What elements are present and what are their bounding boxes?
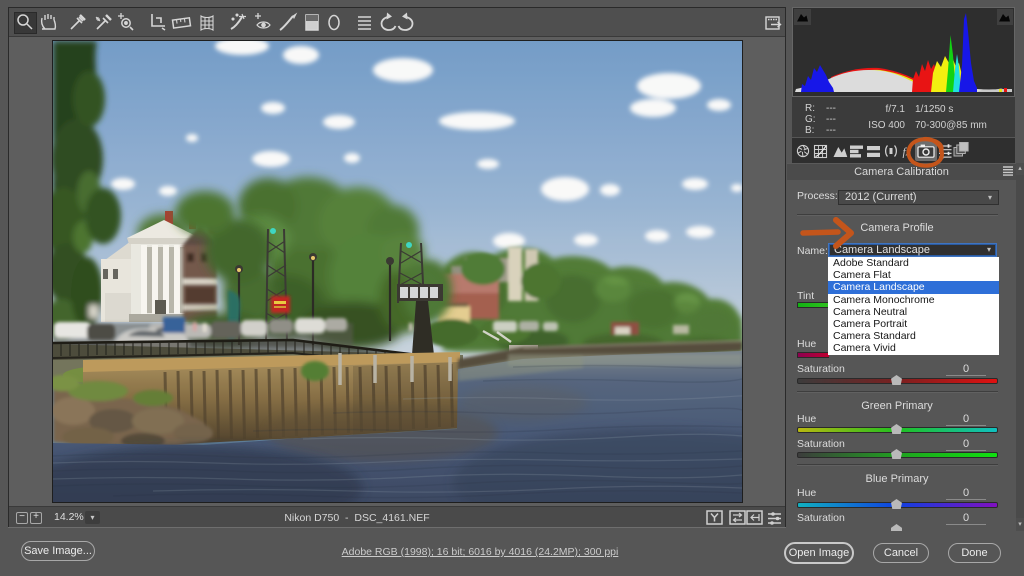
- svg-text:fx: fx: [903, 147, 912, 159]
